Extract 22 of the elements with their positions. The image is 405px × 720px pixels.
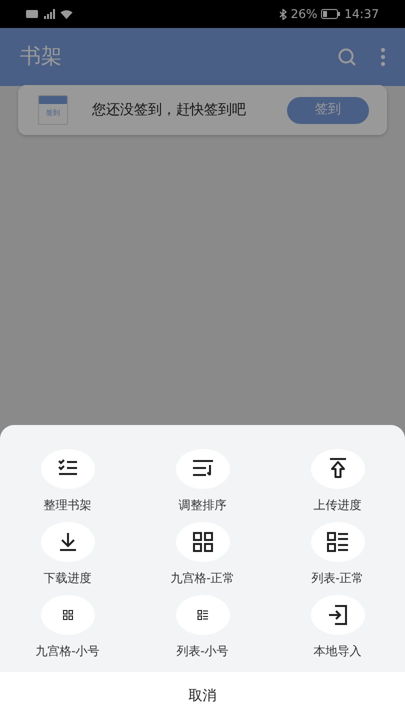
- menu-item[interactable]: 列表-小号: [135, 595, 270, 660]
- list-view-icon: [326, 530, 350, 554]
- clock: 14:37: [344, 6, 379, 23]
- sign-in-message: 您还没签到，赶快签到吧: [92, 100, 247, 120]
- menu-item[interactable]: 下载进度: [0, 522, 135, 587]
- battery-icon: [321, 9, 340, 19]
- menu-item[interactable]: 上传进度: [270, 449, 405, 514]
- bluetooth-icon: [278, 8, 287, 20]
- wifi-icon: [60, 9, 73, 19]
- menu-item[interactable]: 九宫格-小号: [0, 595, 135, 660]
- battery-level: 26%: [290, 6, 318, 23]
- cancel-button[interactable]: 取消: [180, 682, 224, 710]
- menu-item[interactable]: 本地导入: [270, 595, 405, 660]
- menu-item[interactable]: 列表-正常: [270, 522, 405, 587]
- menu-item[interactable]: 调整排序: [135, 449, 270, 514]
- more-icon[interactable]: [381, 48, 385, 66]
- search-icon[interactable]: [337, 47, 357, 67]
- menu-item[interactable]: 整理书架: [0, 449, 135, 514]
- page-title: 书架: [20, 43, 62, 70]
- signal-icon: [42, 9, 56, 19]
- grid-icon: [190, 530, 214, 554]
- menu-item[interactable]: 九宫格-正常: [135, 522, 270, 587]
